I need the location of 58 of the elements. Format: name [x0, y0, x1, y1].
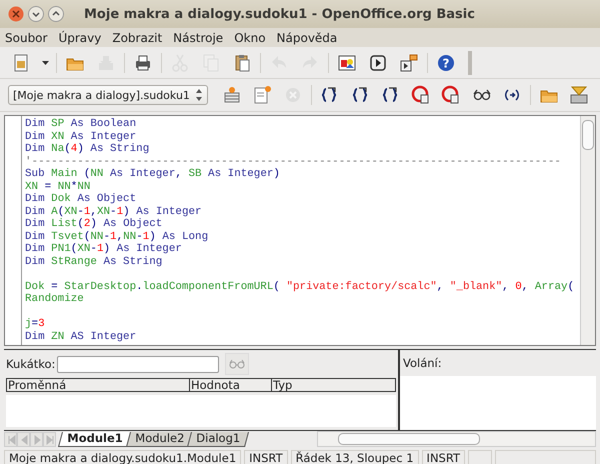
arrow-icon: [32, 434, 42, 446]
module-tab[interactable]: Dialog1: [186, 432, 249, 447]
menu-item[interactable]: Nápověda: [276, 30, 338, 46]
window-arrow-icon: [399, 52, 419, 72]
code-line: '---------------------------------------------------------------------------------: [25, 156, 562, 168]
menu-item[interactable]: Okno: [234, 30, 266, 46]
arrow-icon: [6, 434, 16, 446]
module-tab[interactable]: Module1: [58, 432, 132, 447]
caret-icon: [42, 60, 48, 64]
arrow-icon: [44, 434, 54, 446]
status-field: INSRT: [422, 450, 466, 464]
tray-icon: [569, 85, 590, 105]
menu-item[interactable]: Nástroje: [173, 30, 224, 46]
maximize-icon[interactable]: [48, 6, 64, 22]
window-title: Moje makra a dialogy.sudoku1 - OpenOffice.org Basic: [84, 6, 475, 22]
column-header[interactable]: Typ: [271, 379, 395, 391]
ring-icon: [441, 85, 462, 105]
code-line: Dim Na(4) As String: [25, 143, 150, 156]
status-field: INSRT: [244, 450, 288, 464]
code-line: Dim ZN AS Integer: [25, 330, 138, 343]
menu-item[interactable]: Soubor: [5, 30, 48, 46]
code-line: j=3: [25, 318, 46, 330]
code-line: Randomize: [25, 293, 85, 306]
watch-button[interactable]: [225, 353, 250, 375]
vertical-scrollbar[interactable]: [580, 116, 595, 345]
menu-item[interactable]: Úpravy: [58, 30, 102, 46]
watch-input-field[interactable]: [57, 356, 220, 372]
status-field: [468, 450, 492, 464]
document-icon: [252, 85, 272, 105]
code-line: Dim Dok As Object: [25, 193, 138, 206]
watch-label: Kukátko:: [6, 357, 56, 371]
glasses-icon: [228, 357, 246, 371]
code-line: Dim SP As Boolean: [25, 118, 138, 130]
close-icon[interactable]: [8, 6, 24, 22]
code-line: Dim A(XN-1,XN-1) As Integer: [25, 206, 203, 218]
code-line: Dok = StarDesktop.loadComponentFromURL( "private:factory/scalc", "_blank", 0, Array(: [25, 280, 576, 293]
arrow-icon: [18, 434, 28, 446]
horizontal-scrollbar[interactable]: [316, 431, 596, 447]
column-header[interactable]: Hodnota: [189, 379, 271, 391]
code-line: Dim List(2) As Object: [25, 218, 164, 230]
ring-icon: [410, 85, 431, 105]
spinner-icon: [195, 88, 204, 102]
library-dropdown[interactable]: [Moje makra a dialogy].sudoku1: [8, 85, 208, 105]
stack-icon: [222, 85, 242, 105]
module-tab[interactable]: Module2: [126, 432, 193, 447]
code-line: Dim XN As Integer: [25, 130, 138, 143]
printer-icon: [133, 52, 153, 72]
code-line: XN = NN*NN: [25, 180, 92, 193]
calls-label: Volání:: [402, 355, 443, 372]
code-line: Dim Tsvet(NN-1,NN-1) As Long: [25, 230, 210, 243]
play-icon: [368, 52, 388, 72]
code-line: Dim StRange As String: [25, 256, 164, 268]
picture-icon: [337, 52, 357, 72]
code-line: Dim PN1(XN-1) As Integer: [25, 243, 183, 256]
column-header[interactable]: Proměnná: [7, 379, 189, 391]
code-line: Sub Main (NN As Integer, SB As Integer): [25, 168, 281, 180]
minimize-icon[interactable]: [28, 6, 44, 22]
menu-item[interactable]: Zobrazit: [112, 30, 162, 46]
